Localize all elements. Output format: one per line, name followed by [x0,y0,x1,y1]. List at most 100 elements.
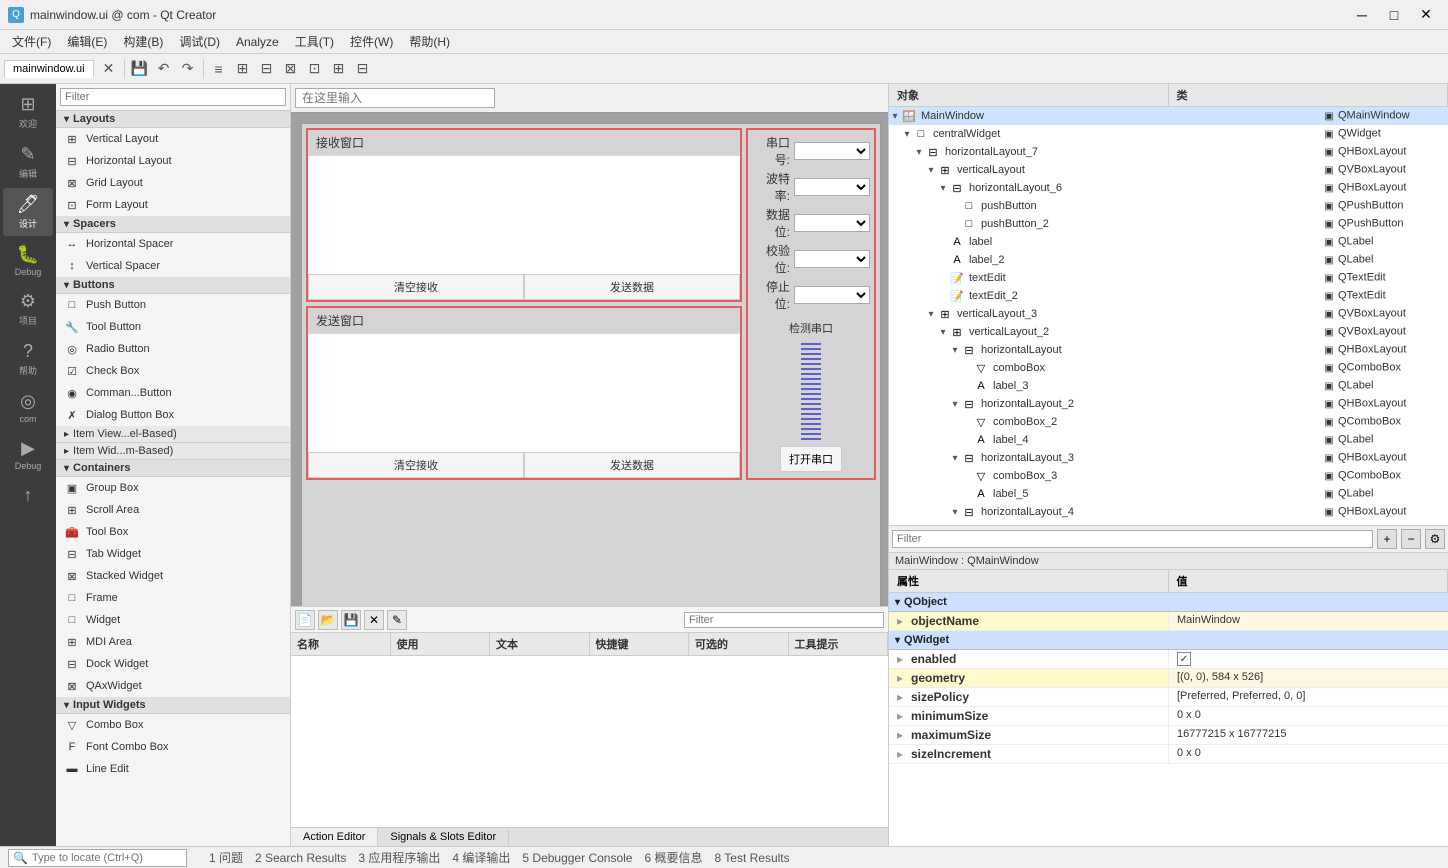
widget-item-comman...button[interactable]: ◉Comman...Button [56,382,290,404]
widget-item-qaxwidget[interactable]: ⊠QAxWidget [56,675,290,697]
widget-item-radio-button[interactable]: ◎Radio Button [56,338,290,360]
tree-expand-MainWindow[interactable]: ▾ [889,111,901,122]
widget-item-frame[interactable]: □Frame [56,587,290,609]
send-data-button-2[interactable]: 发送数据 [524,452,740,478]
sidebar-item-项目[interactable]: ⚙项目 [3,285,53,333]
tree-row-combobox_3[interactable]: ▽comboBox_3▣QComboBox [889,467,1448,485]
widget-item-tool-button[interactable]: 🔧Tool Button [56,316,290,338]
tree-row-label_4[interactable]: Alabel_4▣QLabel [889,431,1448,449]
maximize-button[interactable]: □ [1380,5,1408,25]
close-file-button[interactable]: ✕ [98,58,120,80]
tree-expand-horizontalLayout_2[interactable]: ▾ [949,399,961,410]
tree-row-verticallayout[interactable]: ▾⊞verticalLayout▣QVBoxLayout [889,161,1448,179]
tree-row-verticallayout_3[interactable]: ▾⊞verticalLayout_3▣QVBoxLayout [889,305,1448,323]
tree-expand-horizontalLayout_4[interactable]: ▾ [949,507,961,518]
widget-item-combo-box[interactable]: ▽Combo Box [56,714,290,736]
sidebar-item-帮助[interactable]: ?帮助 [3,335,53,383]
tree-expand-horizontalLayout_6[interactable]: ▾ [937,183,949,194]
serial-port-combo[interactable] [794,142,870,160]
tree-expand-verticalLayout[interactable]: ▾ [925,165,937,176]
menu-item-d[interactable]: 调试(D) [171,31,228,52]
baud-rate-combo[interactable] [794,178,870,196]
clear-send-button[interactable]: 清空接收 [308,452,524,478]
tree-row-horizontallayout_4[interactable]: ▾⊟horizontalLayout_4▣QHBoxLayout [889,503,1448,521]
props-val-objectName[interactable]: MainWindow [1169,612,1448,630]
menu-item-analyze[interactable]: Analyze [228,33,287,51]
tree-row-horizontallayout_3[interactable]: ▾⊟horizontalLayout_3▣QHBoxLayout [889,449,1448,467]
widget-item-vertical-spacer[interactable]: ↕Vertical Spacer [56,255,290,277]
status-search[interactable]: 🔍 [8,849,187,867]
tree-expand-horizontalLayout_3[interactable]: ▾ [949,453,961,464]
props-val-geometry[interactable]: [(0, 0), 584 x 526] [1169,669,1448,687]
widget-category-containers[interactable]: Containers [56,460,290,477]
widget-item-push-button[interactable]: □Push Button [56,294,290,316]
widget-item-widget[interactable]: □Widget [56,609,290,631]
widget-item-scroll-area[interactable]: ⊞Scroll Area [56,499,290,521]
toolbar-btn-1[interactable]: 💾 [129,58,151,80]
open-port-button[interactable]: 打开串口 [780,446,842,472]
tree-expand-horizontalLayout_7[interactable]: ▾ [913,147,925,158]
sidebar-item-编辑[interactable]: ✎编辑 [3,138,53,186]
sidebar-item-设计[interactable]: 🖊设计 [3,188,53,236]
widget-item-tab-widget[interactable]: ⊟Tab Widget [56,543,290,565]
props-filter-input[interactable] [892,530,1373,548]
widget-item-vertical-layout[interactable]: ⊞Vertical Layout [56,128,290,150]
title-bar-controls[interactable]: ─ □ ✕ [1348,5,1440,25]
tree-row-horizontallayout_2[interactable]: ▾⊟horizontalLayout_2▣QHBoxLayout [889,395,1448,413]
tree-row-label_5[interactable]: Alabel_5▣QLabel [889,485,1448,503]
widget-category-input-widgets[interactable]: Input Widgets [56,697,290,714]
status-item-问题[interactable]: 1 问题 [203,847,249,868]
widget-category-itemview...el-based)[interactable]: Item View...el-Based) [56,426,290,443]
data-bits-combo[interactable] [794,214,870,232]
status-item-应用程序输出[interactable]: 3 应用程序输出 [352,847,446,868]
status-item-searchresults[interactable]: 2 Search Results [249,847,352,868]
tree-row-textedit[interactable]: 📝textEdit▣QTextEdit [889,269,1448,287]
props-group-QWidget[interactable]: QWidget [889,631,1448,650]
props-add-button[interactable]: + [1377,529,1397,549]
toolbar-btn-6[interactable]: ⊟ [256,58,278,80]
toolbar-btn-10[interactable]: ⊟ [352,58,374,80]
ae-open-button[interactable]: 📂 [318,610,338,630]
menu-item-h[interactable]: 帮助(H) [401,31,458,52]
canvas-search-input[interactable] [295,88,495,108]
toolbar-btn-9[interactable]: ⊞ [328,58,350,80]
status-item-概要信息[interactable]: 6 概要信息 [638,847,708,868]
status-item-debuggerconsole[interactable]: 5 Debugger Console [516,847,638,868]
tree-row-label_2[interactable]: Alabel_2▣QLabel [889,251,1448,269]
widget-category-itemwid...m-based)[interactable]: Item Wid...m-Based) [56,443,290,460]
toolbar-btn-4[interactable]: ≡ [208,58,230,80]
tree-expand-verticalLayout_3[interactable]: ▾ [925,309,937,320]
widget-item-mdi-area[interactable]: ⊞MDI Area [56,631,290,653]
props-val-sizeIncrement[interactable]: 0 x 0 [1169,745,1448,763]
ae-edit-button[interactable]: ✎ [387,610,407,630]
tree-row-verticallayout_2[interactable]: ▾⊞verticalLayout_2▣QVBoxLayout [889,323,1448,341]
file-tab[interactable]: mainwindow.ui [4,60,94,78]
props-val-sizePolicy[interactable]: [Preferred, Preferred, 0, 0] [1169,688,1448,706]
status-item-编译输出[interactable]: 4 编译输出 [446,847,516,868]
widget-item-font-combo-box[interactable]: FFont Combo Box [56,736,290,758]
widget-item-grid-layout[interactable]: ⊠Grid Layout [56,172,290,194]
minimize-button[interactable]: ─ [1348,5,1376,25]
menu-item-f[interactable]: 文件(F) [4,31,59,52]
parity-combo[interactable] [794,250,870,268]
close-button[interactable]: ✕ [1412,5,1440,25]
tree-row-combobox[interactable]: ▽comboBox▣QComboBox [889,359,1448,377]
toolbar-btn-7[interactable]: ⊠ [280,58,302,80]
menu-item-b[interactable]: 构建(B) [115,31,171,52]
widget-item-form-layout[interactable]: ⊡Form Layout [56,194,290,216]
menu-item-e[interactable]: 编辑(E) [59,31,115,52]
widget-item-line-edit[interactable]: ▬Line Edit [56,758,290,780]
ae-delete-button[interactable]: ✕ [364,610,384,630]
tree-row-centralwidget[interactable]: ▾□centralWidget▣QWidget [889,125,1448,143]
widget-item-horizontal-spacer[interactable]: ↔Horizontal Spacer [56,233,290,255]
stop-bits-combo[interactable] [794,286,870,304]
props-val-minimumSize[interactable]: 0 x 0 [1169,707,1448,725]
widget-filter[interactable] [56,84,290,111]
checkbox-enabled[interactable] [1177,652,1191,666]
tree-row-horizontallayout[interactable]: ▾⊟horizontalLayout▣QHBoxLayout [889,341,1448,359]
send-data-button-1[interactable]: 发送数据 [524,274,740,300]
widget-category-layouts[interactable]: Layouts [56,111,290,128]
props-remove-button[interactable]: − [1401,529,1421,549]
tree-row-textedit_2[interactable]: 📝textEdit_2▣QTextEdit [889,287,1448,305]
widget-category-buttons[interactable]: Buttons [56,277,290,294]
